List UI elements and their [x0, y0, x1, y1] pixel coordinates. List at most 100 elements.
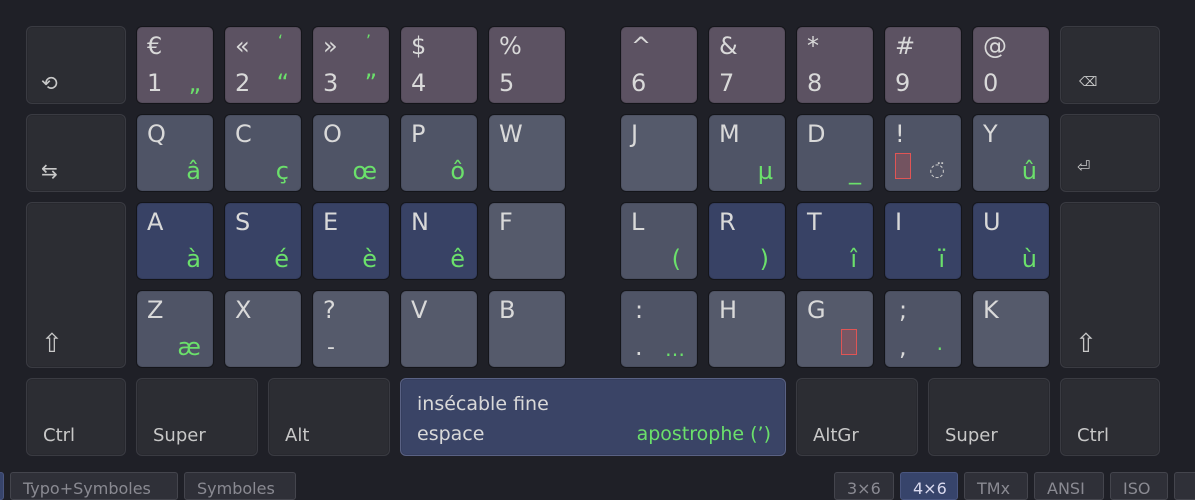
key-7[interactable]: & 7	[708, 26, 786, 104]
key-tab[interactable]: ⇆	[26, 114, 126, 192]
tab-iso[interactable]: ISO	[1110, 472, 1168, 500]
key-u[interactable]: U ù	[972, 202, 1050, 280]
key-shift-label: ;	[899, 296, 908, 324]
key-shift-label: :	[635, 296, 644, 324]
key-x[interactable]: X	[224, 290, 302, 368]
key-alt-label: œ	[352, 157, 377, 185]
key-space[interactable]: insécable fine espace apostrophe (’)	[400, 378, 786, 456]
key-i[interactable]: I ï	[884, 202, 962, 280]
key-alt[interactable]: Alt	[268, 378, 390, 456]
key-n[interactable]: N ê	[400, 202, 478, 280]
tab-left-edge[interactable]	[0, 472, 4, 500]
key-shift-label: F	[499, 208, 513, 236]
key-w[interactable]: W	[488, 114, 566, 192]
space-alt-label: apostrophe (’)	[636, 423, 771, 445]
key-enter[interactable]: ⏎	[1060, 114, 1160, 192]
key-k[interactable]: K	[972, 290, 1050, 368]
key-y[interactable]: Y û	[972, 114, 1050, 192]
key-left-super[interactable]: Super	[136, 378, 258, 456]
key-s[interactable]: S é	[224, 202, 302, 280]
key-a[interactable]: A à	[136, 202, 214, 280]
key-shift-label: R	[719, 208, 736, 236]
key-o[interactable]: O œ	[312, 114, 390, 192]
key-shift-label: &	[719, 32, 738, 60]
key-j[interactable]: J	[620, 114, 698, 192]
key-base-label: 2	[235, 69, 251, 97]
key-base-label: 5	[499, 69, 515, 97]
key-q[interactable]: Q â	[136, 114, 214, 192]
key-shift-label: K	[983, 296, 999, 324]
key-alt-label: ê	[450, 245, 465, 273]
tab-typo-symboles[interactable]: Typo+Symboles	[10, 472, 178, 500]
tab-more[interactable]	[1174, 472, 1195, 500]
key-l[interactable]: L (	[620, 202, 698, 280]
key-base-label: 4	[411, 69, 427, 97]
key-0[interactable]: @ 0	[972, 26, 1050, 104]
key-backspace[interactable]: ⌫	[1060, 26, 1160, 104]
tab-ansi[interactable]: ANSI	[1034, 472, 1104, 500]
key-1[interactable]: € 1 „	[136, 26, 214, 104]
key-v[interactable]: V	[400, 290, 478, 368]
key-alt-label: (	[671, 245, 681, 273]
key-2[interactable]: « ‘ 2 “	[224, 26, 302, 104]
key-c[interactable]: C ç	[224, 114, 302, 192]
key-base-label: 1	[147, 69, 163, 97]
tab-tmx[interactable]: TMx	[964, 472, 1028, 500]
key-shift-alt-label: ’	[365, 31, 371, 50]
key-altgr[interactable]: AltGr	[796, 378, 918, 456]
key-shift-label: *	[807, 32, 819, 60]
key-8[interactable]: * 8	[796, 26, 874, 104]
key-alt-label: _	[849, 157, 861, 185]
key-r[interactable]: R )	[708, 202, 786, 280]
key-d[interactable]: D _	[796, 114, 874, 192]
key-base-label: 9	[895, 69, 911, 97]
key-g[interactable]: G	[796, 290, 874, 368]
key-shift-label: O	[323, 120, 342, 148]
key-left-shift[interactable]: ⇧	[26, 202, 126, 368]
dead-key-icon	[895, 153, 911, 179]
key-base-label: 8	[807, 69, 823, 97]
key-9[interactable]: # 9	[884, 26, 962, 104]
key-alt-label: ç	[275, 157, 289, 185]
key-exclamation[interactable]: ! ◌̈	[884, 114, 962, 192]
key-right-ctrl[interactable]: Ctrl	[1060, 378, 1160, 456]
key-b[interactable]: B	[488, 290, 566, 368]
key-h[interactable]: H	[708, 290, 786, 368]
key-label: Alt	[285, 425, 310, 446]
tab-3x6[interactable]: 3×6	[834, 472, 894, 500]
key-shift-label: U	[983, 208, 1001, 236]
key-4[interactable]: $ 4	[400, 26, 478, 104]
key-right-super[interactable]: Super	[928, 378, 1050, 456]
key-shift-label: »	[323, 32, 338, 60]
key-alt-label: æ	[177, 333, 201, 361]
key-shift-label: E	[323, 208, 339, 236]
key-alt-label: é	[274, 245, 289, 273]
key-t[interactable]: T î	[796, 202, 874, 280]
key-e[interactable]: E è	[312, 202, 390, 280]
key-f[interactable]: F	[488, 202, 566, 280]
key-right-shift[interactable]: ⇧	[1060, 202, 1160, 368]
key-question[interactable]: ? -	[312, 290, 390, 368]
key-semicolon[interactable]: ; , ·	[884, 290, 962, 368]
tab-symboles[interactable]: Symboles	[184, 472, 296, 500]
key-base-label: 6	[631, 69, 647, 97]
key-5[interactable]: % 5	[488, 26, 566, 104]
key-shift-label: Z	[147, 296, 164, 324]
key-colon[interactable]: : . …	[620, 290, 698, 368]
key-6[interactable]: ^ 6	[620, 26, 698, 104]
key-m[interactable]: M µ	[708, 114, 786, 192]
key-shift-label: %	[499, 32, 522, 60]
key-base-label: ,	[899, 333, 907, 361]
key-shift-label: ?	[323, 296, 336, 324]
key-z[interactable]: Z æ	[136, 290, 214, 368]
key-shift-alt-label: ‘	[277, 31, 283, 50]
key-undo[interactable]: ⟲	[26, 26, 126, 104]
key-3[interactable]: » ’ 3 ”	[312, 26, 390, 104]
key-alt-label: ·	[936, 337, 943, 361]
key-p[interactable]: P ô	[400, 114, 478, 192]
undo-icon: ⟲	[41, 71, 58, 95]
key-left-ctrl[interactable]: Ctrl	[26, 378, 126, 456]
key-shift-label: €	[147, 32, 163, 60]
tab-4x6[interactable]: 4×6	[900, 472, 958, 500]
key-shift-label: D	[807, 120, 826, 148]
